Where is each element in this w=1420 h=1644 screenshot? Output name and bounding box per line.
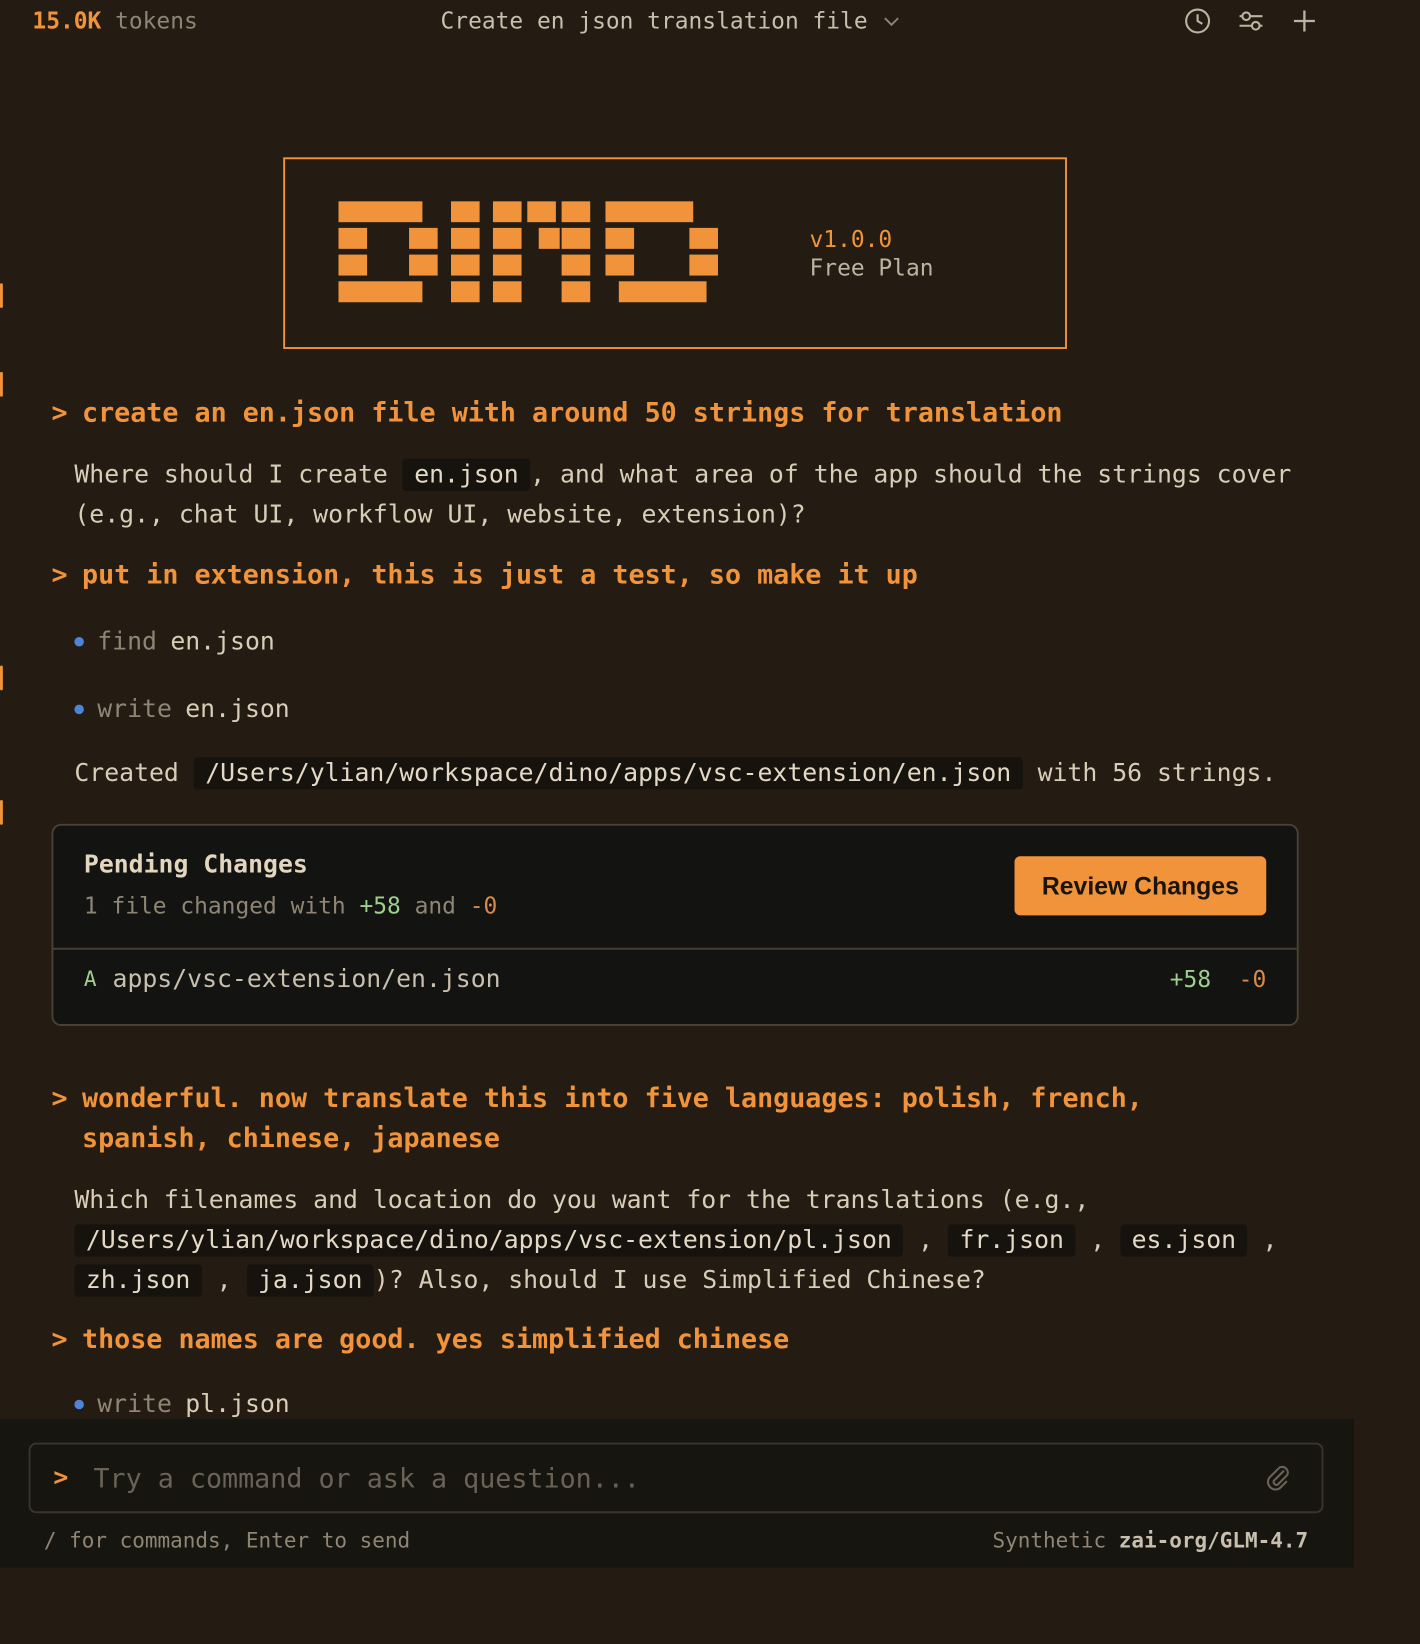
- bullet-dot-icon: [74, 636, 84, 647]
- token-count: 15.0K: [32, 7, 102, 35]
- tool-verb: find: [97, 627, 157, 657]
- new-chat-icon[interactable]: [1289, 6, 1320, 37]
- message-input[interactable]: [91, 1461, 1263, 1495]
- file-deletions: -0: [1238, 965, 1267, 993]
- tool-argument: en.json: [170, 627, 275, 657]
- summary-text: and: [414, 892, 456, 920]
- assistant-text: Which filenames and location do you want…: [74, 1186, 1090, 1215]
- composer-box[interactable]: >: [28, 1442, 1324, 1514]
- prompt-caret: >: [51, 558, 68, 591]
- model-selector[interactable]: Synthetic zai-org/GLM-4.7: [992, 1529, 1308, 1553]
- user-message: > wonderful. now translate this into fiv…: [51, 1078, 1188, 1158]
- tool-verb: write: [97, 1390, 172, 1419]
- model-label: zai-org/GLM-4.7: [1118, 1529, 1309, 1554]
- user-message: > those names are good. yes simplified c…: [51, 1320, 1207, 1360]
- app-window: 15.0K tokens Create en json translation …: [0, 0, 1354, 1568]
- history-icon[interactable]: [1182, 6, 1213, 37]
- file-status-badge: A: [83, 967, 97, 992]
- assistant-message: Which filenames and location do you want…: [74, 1186, 1278, 1297]
- tool-call[interactable]: write pl.json: [74, 1390, 290, 1419]
- bullet-dot-icon: [74, 704, 84, 715]
- user-message-text: wonderful. now translate this into five …: [82, 1082, 1143, 1154]
- conversation-title-text: Create en json translation file: [440, 7, 868, 35]
- dino-logo: [338, 201, 718, 303]
- summary-text: 1 file changed with: [83, 892, 346, 920]
- prompt-caret: >: [51, 396, 68, 429]
- assistant-message: Where should I create en.json, and what …: [74, 455, 1314, 535]
- file-path: apps/vsc-extension/en.json: [112, 964, 501, 994]
- plan-label: Free Plan: [809, 254, 934, 282]
- changed-file-row[interactable]: A apps/vsc-extension/en.json +58 -0: [84, 965, 1266, 994]
- assistant-text: Created: [74, 758, 179, 788]
- bullet-dot-icon: [74, 1399, 84, 1410]
- assistant-text: Where should I create: [74, 460, 388, 490]
- assistant-text: with 56 strings.: [1037, 758, 1277, 788]
- user-message: > put in extension, this is just a test,…: [51, 555, 1207, 595]
- token-label: tokens: [115, 7, 198, 35]
- inline-code: fr.json: [948, 1224, 1076, 1257]
- inline-code: en.json: [402, 458, 531, 492]
- prompt-caret: >: [51, 1082, 68, 1114]
- conversation-title[interactable]: Create en json translation file: [440, 7, 902, 35]
- additions-count: +58: [359, 892, 401, 920]
- composer-caret: >: [53, 1463, 69, 1493]
- tool-call[interactable]: find en.json: [74, 627, 275, 657]
- scroll-marker: [0, 665, 3, 691]
- pending-changes-header: Pending Changes 1 file changed with +58 …: [53, 826, 1297, 950]
- inline-code: ja.json: [246, 1264, 374, 1297]
- pending-changes-card: Pending Changes 1 file changed with +58 …: [51, 823, 1299, 1026]
- settings-sliders-icon[interactable]: [1236, 6, 1267, 37]
- user-message-text: those names are good. yes simplified chi…: [82, 1323, 790, 1355]
- scroll-marker: [0, 371, 3, 397]
- tool-call[interactable]: write en.json: [74, 695, 290, 724]
- review-changes-button[interactable]: Review Changes: [1014, 856, 1267, 916]
- version-info: v1.0.0 Free Plan: [810, 225, 934, 282]
- prompt-caret: >: [51, 1323, 68, 1355]
- assistant-message: Created /Users/ylian/workspace/dino/apps…: [74, 753, 1314, 793]
- assistant-text: )? Also, should I use Simplified Chinese…: [373, 1266, 986, 1295]
- pending-changes-summary: 1 file changed with +58 and -0: [84, 892, 497, 919]
- pending-changes-title: Pending Changes: [83, 850, 308, 880]
- user-message: > create an en.json file with around 50 …: [51, 393, 1207, 433]
- provider-label: Synthetic: [992, 1529, 1107, 1554]
- scroll-marker: [0, 799, 3, 825]
- composer-hint: / for commands, Enter to send: [43, 1529, 411, 1554]
- file-diff-stats: +58 -0: [1170, 966, 1266, 993]
- chevron-down-icon: [884, 17, 899, 27]
- inline-code: /Users/ylian/workspace/dino/apps/vsc-ext…: [74, 1224, 904, 1257]
- paperclip-icon[interactable]: [1262, 1463, 1293, 1494]
- scroll-marker: [0, 283, 3, 308]
- inline-code: /Users/ylian/workspace/dino/apps/vsc-ext…: [193, 757, 1023, 790]
- user-message-text: put in extension, this is just a test, s…: [82, 558, 918, 591]
- tool-argument: pl.json: [185, 1390, 290, 1419]
- tool-argument: en.json: [185, 695, 290, 724]
- token-counter: 15.0K tokens: [32, 8, 197, 35]
- version-label: v1.0.0: [809, 225, 893, 253]
- tool-verb: write: [97, 695, 172, 724]
- inline-code: zh.json: [74, 1264, 202, 1297]
- file-additions: +58: [1169, 965, 1212, 993]
- inline-code: es.json: [1120, 1224, 1248, 1257]
- user-message-text: create an en.json file with around 50 st…: [82, 396, 1063, 429]
- deletions-count: -0: [469, 892, 498, 920]
